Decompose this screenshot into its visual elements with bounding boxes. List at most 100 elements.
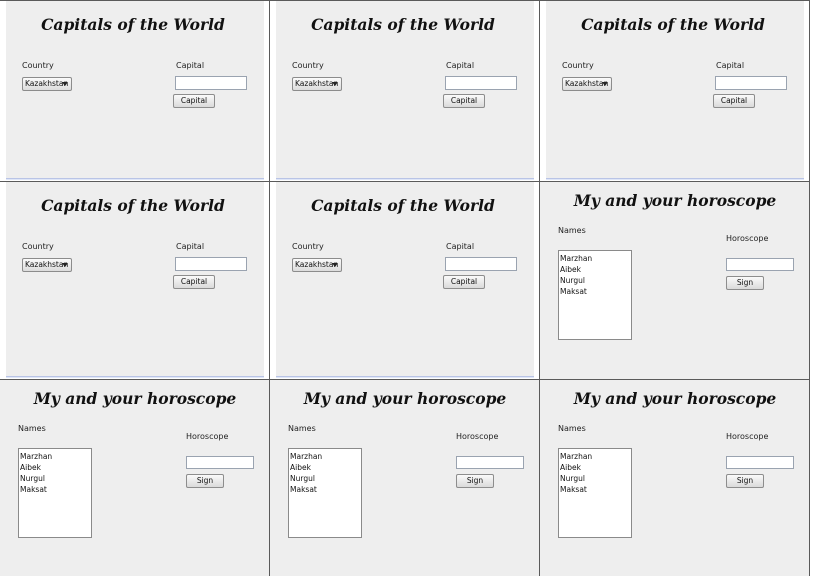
horoscope-label: Horoscope (186, 432, 229, 441)
window-title: My and your horoscope (33, 389, 237, 408)
capital-button[interactable]: Capital (443, 275, 485, 289)
capital-field[interactable] (175, 76, 247, 90)
screenshot-cell-2: Capitals of the World Country Kazakhstan… (270, 0, 540, 181)
chevron-down-icon (62, 263, 68, 267)
horoscope-label: Horoscope (726, 432, 769, 441)
window-title: My and your horoscope (573, 191, 777, 210)
window-title: Capitals of the World (311, 15, 495, 34)
capital-field[interactable] (175, 257, 247, 271)
names-list[interactable]: Marzhan Aibek Nurgul Maksat (18, 448, 92, 538)
list-item[interactable]: Nurgul (560, 473, 631, 484)
country-select[interactable]: Kazakhstan (562, 77, 612, 91)
capital-label: Capital (446, 242, 475, 251)
list-item[interactable]: Nurgul (290, 473, 361, 484)
country-select[interactable]: Kazakhstan (292, 258, 342, 272)
names-label: Names (558, 424, 586, 433)
country-select[interactable]: Kazakhstan (22, 77, 72, 91)
chevron-down-icon (62, 82, 68, 86)
country-label: Country (22, 61, 54, 70)
capitals-window: Capitals of the World Country Kazakhstan… (6, 182, 264, 377)
chevron-down-icon (332, 263, 338, 267)
names-list[interactable]: Marzhan Aibek Nurgul Maksat (558, 250, 632, 340)
screenshot-grid: Capitals of the World Country Kazakhstan… (0, 0, 816, 576)
grid-separator (0, 379, 540, 380)
horoscope-window: My and your horoscope Names Marzhan Aibe… (540, 181, 810, 379)
screenshot-cell-5: Capitals of the World Country Kazakhstan… (270, 181, 540, 379)
capital-button[interactable]: Capital (443, 94, 485, 108)
capital-label: Capital (176, 61, 205, 70)
list-item[interactable]: Marzhan (290, 451, 361, 462)
country-label: Country (22, 242, 54, 251)
names-label: Names (288, 424, 316, 433)
horoscope-field[interactable] (456, 456, 524, 469)
window-title: My and your horoscope (573, 389, 777, 408)
grid-separator (269, 0, 270, 576)
grid-separator (0, 0, 810, 1)
window-title: Capitals of the World (41, 15, 225, 34)
capital-field[interactable] (715, 76, 787, 90)
screenshot-cell-9: My and your horoscope Names Marzhan Aibe… (540, 379, 810, 576)
horoscope-label: Horoscope (456, 432, 499, 441)
screenshot-cell-3: Capitals of the World Country Kazakhstan… (540, 0, 810, 181)
names-list[interactable]: Marzhan Aibek Nurgul Maksat (558, 448, 632, 538)
horoscope-field[interactable] (726, 456, 794, 469)
capitals-window: Capitals of the World Country Kazakhstan… (546, 1, 804, 179)
country-label: Country (292, 61, 324, 70)
sign-button[interactable]: Sign (186, 474, 224, 488)
window-title: Capitals of the World (41, 196, 225, 215)
country-label: Country (292, 242, 324, 251)
list-item[interactable]: Maksat (290, 484, 361, 495)
list-item[interactable]: Maksat (20, 484, 91, 495)
screenshot-cell-6: My and your horoscope Names Marzhan Aibe… (540, 181, 810, 379)
country-select[interactable]: Kazakhstan (292, 77, 342, 91)
window-title: Capitals of the World (311, 196, 495, 215)
capital-field[interactable] (445, 257, 517, 271)
capitals-window: Capitals of the World Country Kazakhstan… (276, 182, 534, 377)
horoscope-label: Horoscope (726, 234, 769, 243)
list-item[interactable]: Aibek (290, 462, 361, 473)
capital-label: Capital (176, 242, 205, 251)
list-item[interactable]: Aibek (560, 264, 631, 275)
list-item[interactable]: Maksat (560, 286, 631, 297)
country-select[interactable]: Kazakhstan (22, 258, 72, 272)
screenshot-cell-4: Capitals of the World Country Kazakhstan… (0, 181, 270, 379)
capital-button[interactable]: Capital (173, 94, 215, 108)
list-item[interactable]: Aibek (560, 462, 631, 473)
sign-button[interactable]: Sign (456, 474, 494, 488)
list-item[interactable]: Marzhan (560, 451, 631, 462)
list-item[interactable]: Marzhan (560, 253, 631, 264)
grid-separator (540, 379, 810, 380)
chevron-down-icon (332, 82, 338, 86)
horoscope-field[interactable] (726, 258, 794, 271)
names-label: Names (18, 424, 46, 433)
capitals-window: Capitals of the World Country Kazakhstan… (276, 1, 534, 179)
capital-label: Capital (716, 61, 745, 70)
names-label: Names (558, 226, 586, 235)
list-item[interactable]: Nurgul (560, 275, 631, 286)
list-item[interactable]: Aibek (20, 462, 91, 473)
window-title: My and your horoscope (303, 389, 507, 408)
horoscope-field[interactable] (186, 456, 254, 469)
screenshot-cell-8: My and your horoscope Names Marzhan Aibe… (270, 379, 540, 576)
horoscope-window: My and your horoscope Names Marzhan Aibe… (270, 379, 540, 576)
capital-button[interactable]: Capital (713, 94, 755, 108)
list-item[interactable]: Marzhan (20, 451, 91, 462)
window-title: Capitals of the World (581, 15, 765, 34)
capital-button[interactable]: Capital (173, 275, 215, 289)
screenshot-cell-1: Capitals of the World Country Kazakhstan… (0, 0, 270, 181)
horoscope-window: My and your horoscope Names Marzhan Aibe… (540, 379, 810, 576)
list-item[interactable]: Maksat (560, 484, 631, 495)
screenshot-cell-7: My and your horoscope Names Marzhan Aibe… (0, 379, 270, 576)
grid-separator (809, 0, 810, 576)
names-list[interactable]: Marzhan Aibek Nurgul Maksat (288, 448, 362, 538)
grid-separator (0, 181, 810, 182)
capital-label: Capital (446, 61, 475, 70)
horoscope-window: My and your horoscope Names Marzhan Aibe… (0, 379, 270, 576)
capitals-window: Capitals of the World Country Kazakhstan… (6, 1, 264, 179)
chevron-down-icon (602, 82, 608, 86)
capital-field[interactable] (445, 76, 517, 90)
sign-button[interactable]: Sign (726, 474, 764, 488)
list-item[interactable]: Nurgul (20, 473, 91, 484)
country-label: Country (562, 61, 594, 70)
sign-button[interactable]: Sign (726, 276, 764, 290)
